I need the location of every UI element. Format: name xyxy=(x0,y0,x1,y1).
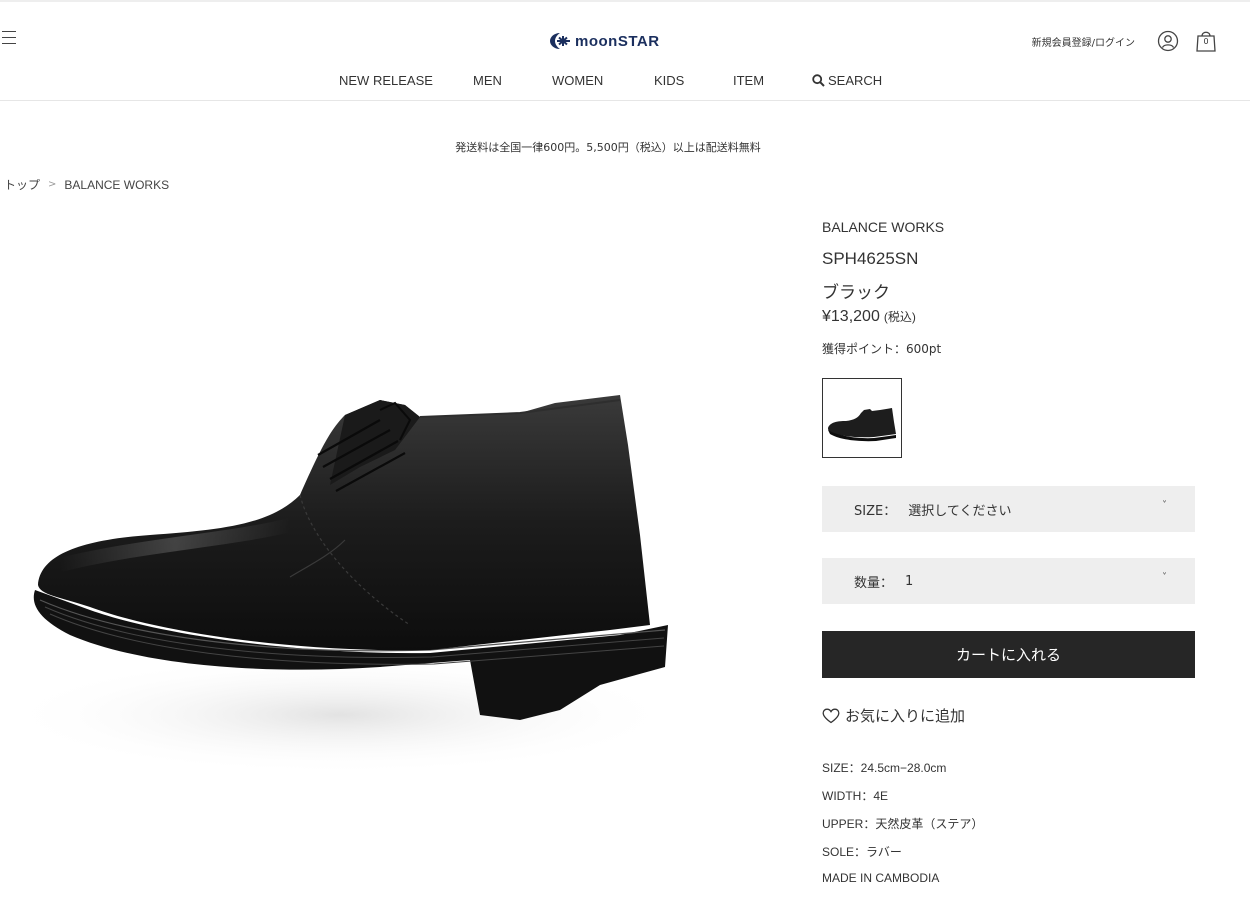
nav-women[interactable]: WOMEN xyxy=(552,73,603,88)
chevron-down-icon: ˅ xyxy=(1162,572,1167,583)
spec-size: SIZE：24.5cm−28.0cm xyxy=(822,761,947,775)
product-main-image[interactable] xyxy=(0,205,710,905)
spec-sole: SOLE：ラバー xyxy=(822,845,902,859)
nav-kids[interactable]: KIDS xyxy=(654,73,684,88)
site-header: moonSTAR 新規会員登録/ログイン 0 NEW RELEASE MEN W… xyxy=(0,0,1250,101)
cart-button[interactable]: 0 xyxy=(1195,29,1217,53)
nav-search[interactable]: SEARCH xyxy=(812,73,882,88)
color-thumbnail[interactable] xyxy=(822,378,902,458)
product-color: ブラック xyxy=(822,283,890,303)
hamburger-menu-icon[interactable] xyxy=(2,31,18,47)
price-value: ¥13,200 xyxy=(822,308,880,325)
quantity-select-value: 1 xyxy=(905,573,914,589)
header-actions: 新規会員登録/ログイン 0 xyxy=(1032,29,1217,53)
shipping-notice: 発送料は全国一律600円。5,500円（税込）以上は配送料無料 xyxy=(455,141,761,154)
add-to-cart-button[interactable]: カートに入れる xyxy=(822,631,1195,678)
site-logo[interactable]: moonSTAR xyxy=(548,30,660,52)
size-select-label: SIZE： xyxy=(854,503,897,519)
breadcrumb-separator: > xyxy=(48,179,57,190)
spec-origin: MADE IN CAMBODIA xyxy=(822,871,940,885)
chevron-down-icon: ˅ xyxy=(1162,500,1167,511)
breadcrumb-home[interactable]: トップ xyxy=(4,176,40,193)
search-label: SEARCH xyxy=(828,73,883,88)
spec-width: WIDTH：4E xyxy=(822,789,889,803)
breadcrumb: トップ > BALANCE WORKS xyxy=(4,176,169,193)
size-select-value: 選択してください xyxy=(908,503,1012,519)
size-select[interactable]: SIZE： 選択してください ˅ xyxy=(822,486,1195,532)
nav-item[interactable]: ITEM xyxy=(733,73,764,88)
logo-text: moonSTAR xyxy=(575,32,660,50)
main-nav: NEW RELEASE MEN WOMEN KIDS ITEM SEARCH xyxy=(0,73,1250,91)
add-to-favorites-button[interactable]: お気に入りに追加 xyxy=(822,705,965,726)
product-price: ¥13,200 (税込) xyxy=(822,308,916,326)
shoe-image xyxy=(0,205,710,905)
quantity-select-label: 数量： xyxy=(854,575,894,591)
thumbnail-shoe-image xyxy=(828,408,896,442)
tax-note: (税込) xyxy=(883,310,916,324)
product-points: 獲得ポイント：600pt xyxy=(822,342,942,356)
breadcrumb-current: BALANCE WORKS xyxy=(64,177,170,192)
nav-men[interactable]: MEN xyxy=(473,73,502,88)
spec-upper: UPPER：天然皮革（ステア） xyxy=(822,817,984,831)
login-link[interactable]: 新規会員登録/ログイン xyxy=(1032,34,1135,49)
user-icon[interactable] xyxy=(1157,30,1179,52)
cart-count: 0 xyxy=(1203,37,1209,46)
favorite-label: お気に入りに追加 xyxy=(845,707,966,725)
moonstar-logo-icon xyxy=(550,33,570,49)
heart-icon xyxy=(822,708,840,723)
nav-new-release[interactable]: NEW RELEASE xyxy=(339,73,433,88)
product-brand: BALANCE WORKS xyxy=(822,219,945,235)
quantity-select[interactable]: 数量： 1 ˅ xyxy=(822,558,1195,604)
search-icon xyxy=(812,74,825,87)
product-model: SPH4625SN xyxy=(822,249,919,268)
